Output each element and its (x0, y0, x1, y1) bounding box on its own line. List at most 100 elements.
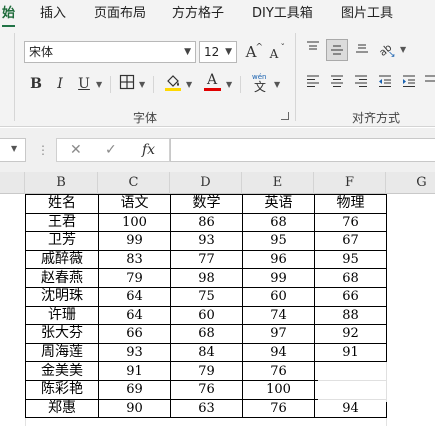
name-cell[interactable]: 许珊 (25, 305, 99, 326)
score-cell[interactable]: 79 (98, 268, 171, 288)
score-cell[interactable]: 91 (314, 342, 387, 363)
align-bottom-button[interactable] (352, 39, 372, 59)
tab-insert[interactable]: 插入 (40, 0, 66, 27)
score-cell[interactable]: 60 (242, 286, 315, 307)
tab-home[interactable]: 始 (2, 0, 16, 27)
score-cell[interactable]: 67 (314, 231, 387, 251)
align-right-button[interactable] (351, 73, 371, 93)
header-cell[interactable]: 英语 (242, 194, 315, 214)
score-cell[interactable]: 96 (242, 249, 315, 270)
align-left-button[interactable] (303, 73, 323, 93)
score-cell[interactable]: 68 (314, 268, 387, 288)
tab-picture-tools[interactable]: 图片工具 (341, 0, 393, 27)
score-cell[interactable]: 76 (242, 361, 315, 381)
tab-page-layout[interactable]: 页面布局 (94, 0, 146, 27)
grow-font-button[interactable]: A ^ (241, 42, 263, 62)
score-cell[interactable]: 68 (170, 324, 243, 344)
score-cell[interactable]: 92 (314, 324, 387, 344)
enter-icon[interactable]: ✓ (105, 138, 117, 162)
score-cell[interactable]: 99 (98, 231, 171, 251)
score-cell[interactable]: 75 (170, 286, 243, 307)
font-dialog-launcher-icon[interactable] (281, 112, 289, 120)
orientation-button[interactable]: ab ↘ (374, 39, 398, 60)
phonetic-guide-button[interactable]: wén 文 (250, 72, 272, 94)
score-cell[interactable]: 86 (170, 212, 243, 233)
chevron-down-icon[interactable]: ▼ (226, 80, 232, 89)
column-header-d[interactable]: D (170, 172, 242, 194)
column-header-a[interactable] (0, 172, 25, 194)
name-cell[interactable]: 赵春燕 (25, 268, 99, 288)
drag-handle-icon[interactable]: ⋮ (37, 138, 49, 162)
score-cell[interactable]: 66 (314, 286, 387, 307)
chevron-down-icon[interactable]: ▼ (400, 45, 406, 54)
bold-button[interactable]: B (26, 74, 46, 94)
score-cell[interactable]: 64 (98, 286, 171, 307)
font-size-select[interactable]: 12 ▼ (199, 41, 237, 63)
name-cell[interactable]: 金美美 (25, 361, 99, 381)
name-cell[interactable]: 王君 (25, 212, 99, 233)
name-cell[interactable]: 张大芬 (25, 324, 99, 344)
font-color-button[interactable]: A (203, 72, 223, 92)
wrap-text-button[interactable] (423, 73, 435, 93)
score-cell[interactable]: 76 (242, 398, 315, 419)
tab-fangfang-grid[interactable]: 方方格子 (172, 0, 224, 27)
header-cell[interactable]: 数学 (170, 194, 243, 214)
name-cell[interactable]: 沈明珠 (25, 286, 99, 307)
cancel-icon[interactable]: ✕ (70, 138, 82, 162)
score-cell[interactable]: 74 (242, 305, 315, 326)
score-cell[interactable]: 99 (242, 268, 315, 288)
name-cell[interactable]: 周海莲 (25, 342, 99, 363)
align-middle-button[interactable] (326, 39, 348, 61)
column-header-b[interactable]: B (25, 172, 98, 194)
score-cell[interactable]: 64 (98, 305, 171, 326)
tab-diy-toolbox[interactable]: DIY工具箱 (252, 0, 313, 27)
score-cell[interactable]: 95 (314, 249, 387, 270)
column-header-f[interactable]: F (314, 172, 386, 194)
header-cell[interactable]: 语文 (98, 194, 171, 214)
shrink-font-button[interactable]: Aˇ (264, 44, 285, 64)
score-cell[interactable]: 100 (98, 212, 171, 233)
insert-function-button[interactable]: fx (142, 138, 155, 162)
score-cell[interactable]: 90 (98, 398, 171, 419)
chevron-down-icon[interactable]: ▼ (96, 80, 102, 89)
score-cell[interactable]: 63 (170, 398, 243, 419)
chevron-down-icon[interactable]: ▼ (186, 80, 192, 89)
score-cell[interactable]: 84 (170, 342, 243, 363)
name-cell[interactable]: 郑惠 (25, 398, 99, 419)
header-cell[interactable]: 物理 (314, 194, 387, 214)
column-header-c[interactable]: C (98, 172, 170, 194)
borders-button[interactable] (117, 74, 137, 94)
name-cell[interactable]: 卫芳 (25, 231, 99, 251)
name-cell[interactable]: 陈彩艳 (25, 379, 99, 400)
score-cell[interactable]: 100 (242, 379, 315, 400)
score-cell[interactable]: 79 (170, 361, 243, 381)
chevron-down-icon[interactable]: ▼ (139, 80, 145, 89)
score-cell[interactable]: 91 (98, 361, 171, 381)
column-header-e[interactable]: E (242, 172, 314, 194)
name-cell[interactable]: 戚醉薇 (25, 249, 99, 270)
score-cell[interactable]: 68 (242, 212, 315, 233)
italic-button[interactable]: I (50, 74, 70, 94)
score-cell[interactable]: 97 (242, 324, 315, 344)
decrease-indent-button[interactable] (375, 73, 395, 93)
score-cell[interactable]: 76 (314, 212, 387, 233)
score-cell[interactable]: 95 (242, 231, 315, 251)
score-cell[interactable]: 69 (98, 379, 171, 400)
name-box[interactable]: ▼ (0, 138, 26, 162)
score-cell[interactable]: 77 (170, 249, 243, 270)
align-top-button[interactable] (303, 39, 323, 59)
underline-button[interactable]: U (74, 74, 94, 94)
score-cell[interactable]: 83 (98, 249, 171, 270)
formula-input[interactable] (170, 138, 435, 162)
score-cell[interactable]: 76 (170, 379, 243, 400)
score-cell[interactable]: 88 (314, 305, 387, 326)
score-cell[interactable]: 93 (170, 231, 243, 251)
align-center-button[interactable] (327, 73, 347, 93)
fill-color-button[interactable] (163, 72, 183, 92)
column-header-g[interactable]: G (386, 172, 435, 194)
chevron-down-icon[interactable]: ▼ (274, 80, 280, 89)
score-cell[interactable]: 93 (98, 342, 171, 363)
header-cell[interactable]: 姓名 (25, 194, 99, 214)
score-cell[interactable]: 66 (98, 324, 171, 344)
increase-indent-button[interactable] (399, 73, 419, 93)
